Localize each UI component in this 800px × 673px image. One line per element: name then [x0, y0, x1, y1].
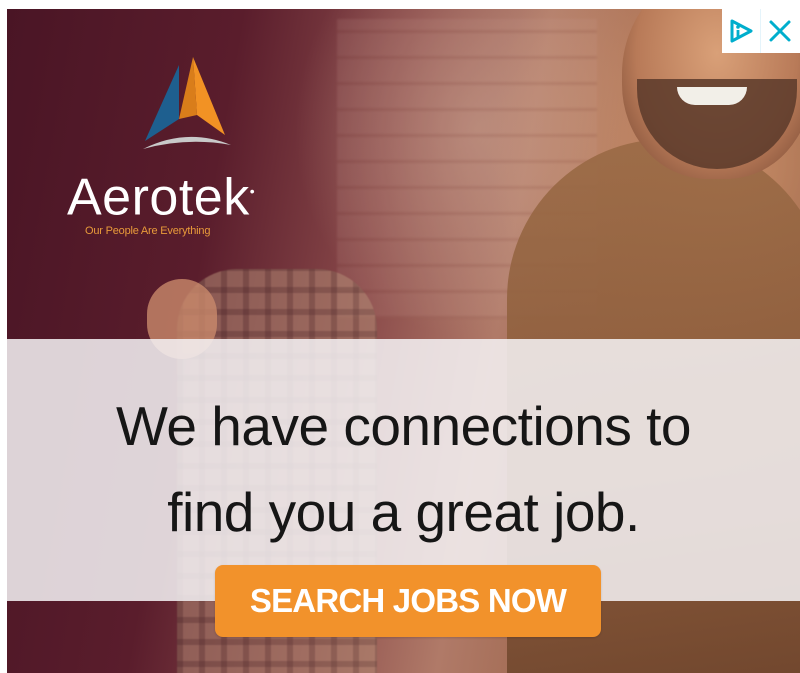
logo-wordmark: Aerotek•	[67, 168, 256, 227]
background-man-smile	[677, 87, 747, 105]
headline-line-1: We have connections to	[115, 395, 692, 457]
advertisement[interactable]: Aerotek• Our People Are Everything We ha…	[7, 9, 800, 673]
ad-choices-icon	[730, 19, 753, 43]
close-icon	[769, 20, 791, 42]
ad-choices-button[interactable]	[722, 9, 760, 53]
headline: We have connections to find you a great …	[7, 383, 800, 555]
close-ad-button[interactable]	[760, 9, 799, 53]
logo-tagline: Our People Are Everything	[85, 225, 211, 237]
search-jobs-button[interactable]: SEARCH JOBS NOW	[215, 565, 601, 637]
ad-controls	[722, 9, 800, 53]
aerotek-logo[interactable]: Aerotek• Our People Are Everything	[67, 57, 327, 247]
aerotek-logo-mark-icon	[143, 57, 231, 149]
headline-line-2: find you a great job.	[167, 481, 640, 543]
headline-band: We have connections to find you a great …	[7, 339, 800, 601]
